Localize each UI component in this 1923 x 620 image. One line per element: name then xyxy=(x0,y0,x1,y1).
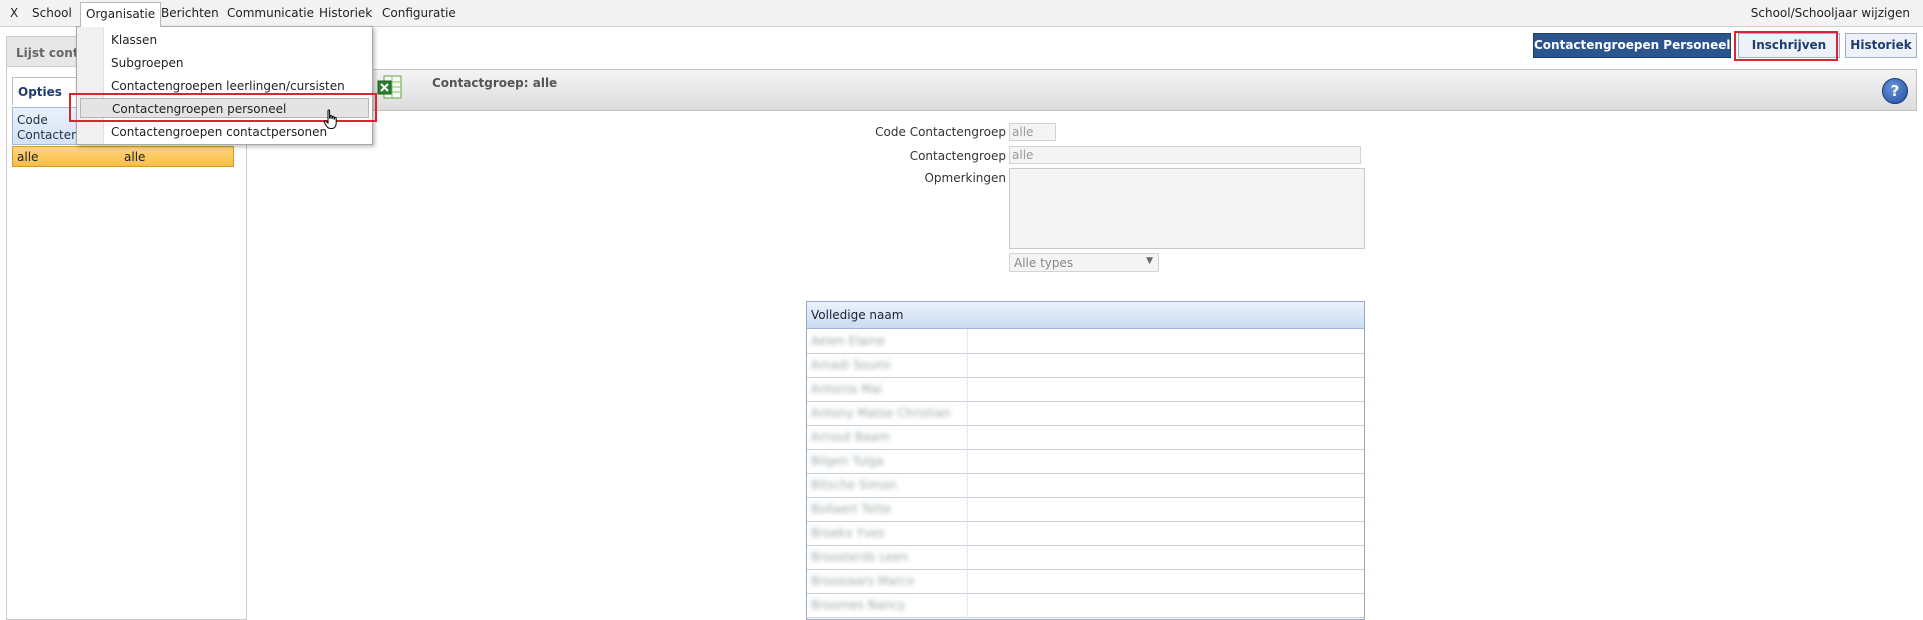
table-row[interactable]: Antony Matse Christian xyxy=(807,401,1364,426)
menu-berichten[interactable]: Berichten xyxy=(161,6,219,20)
list-item-name: alle xyxy=(124,150,146,164)
menu-organisatie[interactable]: Organisatie xyxy=(80,2,162,27)
excel-export-icon[interactable] xyxy=(377,74,403,100)
code-contactengroep-label: Code Contactengroep xyxy=(875,125,1006,139)
dropdown-item-klassen[interactable]: Klassen xyxy=(111,33,157,47)
members-table: Volledige naam Aelen Elaine Amadi Soumi … xyxy=(806,301,1365,620)
menu-school[interactable]: School xyxy=(32,6,72,20)
member-name: Amadi Soumi xyxy=(811,358,891,372)
member-name: Broekx Yves xyxy=(811,526,885,540)
member-name: Bitsche Simon xyxy=(811,478,897,492)
menu-historiek[interactable]: Historiek xyxy=(319,6,372,20)
table-row[interactable]: Antonia Mai xyxy=(807,377,1364,402)
member-name: Bilgen Tulga xyxy=(811,454,884,468)
contact-group-title: Contactgroep: alle xyxy=(432,76,558,90)
dropdown-item-contactengroepen-contactpersonen[interactable]: Contactengroepen contactpersonen xyxy=(111,125,327,139)
contactengroep-label: Contactengroep xyxy=(909,149,1006,163)
menu-communicatie[interactable]: Communicatie xyxy=(227,6,314,20)
member-name: Broosiaars Marco xyxy=(811,574,915,588)
table-row[interactable]: Broosiaars Marco xyxy=(807,569,1364,594)
dropdown-item-contactengroepen-leerlingen[interactable]: Contactengroepen leerlingen/cursisten xyxy=(111,79,345,93)
menu-close[interactable]: X xyxy=(10,6,18,20)
hand-cursor-icon xyxy=(323,109,337,129)
change-school-year-link[interactable]: School/Schooljaar wijzigen xyxy=(1751,6,1910,20)
content-divider xyxy=(246,104,247,620)
table-row[interactable]: Broomes Nancy xyxy=(807,593,1364,618)
help-icon[interactable]: ? xyxy=(1882,78,1908,104)
code-contactengroep-field[interactable] xyxy=(1009,123,1056,141)
members-table-header[interactable]: Volledige naam xyxy=(807,302,1364,329)
highlight-annotation-inschrijven xyxy=(1734,31,1838,61)
table-row[interactable]: Bilgen Tulga xyxy=(807,449,1364,474)
opmerkingen-label: Opmerkingen xyxy=(924,171,1006,185)
table-row[interactable]: Aelen Elaine xyxy=(807,329,1364,354)
opmerkingen-field[interactable] xyxy=(1009,168,1365,249)
dropdown-gutter xyxy=(77,27,104,144)
menu-configuratie[interactable]: Configuratie xyxy=(382,6,456,20)
table-row[interactable]: Amadi Soumi xyxy=(807,353,1364,378)
menu-bar: X School Organisatie Berichten Communica… xyxy=(0,0,1923,27)
table-row[interactable]: Bollaert Totte xyxy=(807,497,1364,522)
chevron-down-icon: ▼ xyxy=(1146,256,1153,266)
member-name: Antony Matse Christian xyxy=(811,406,951,420)
historiek-button[interactable]: Historiek xyxy=(1845,33,1917,58)
column-volledige-naam: Volledige naam xyxy=(811,308,904,322)
member-name: Broosterds Leen xyxy=(811,550,909,564)
dropdown-item-subgroepen[interactable]: Subgroepen xyxy=(111,56,183,70)
table-row[interactable]: Broekx Yves xyxy=(807,521,1364,546)
list-item[interactable]: alle alle xyxy=(12,146,234,167)
list-item-code: alle xyxy=(17,150,39,164)
type-select[interactable]: Alle types ▼ xyxy=(1009,253,1159,272)
contactengroepen-personeel-button[interactable]: Contactengroepen Personeel xyxy=(1533,33,1731,58)
member-name: Broomes Nancy xyxy=(811,598,906,612)
tab-opties-label: Opties xyxy=(18,85,62,99)
member-name: Antonia Mai xyxy=(811,382,883,396)
member-name: Bollaert Totte xyxy=(811,502,891,516)
member-name: Arnout Baam xyxy=(811,430,890,444)
member-name: Aelen Elaine xyxy=(811,334,886,348)
table-row[interactable]: Arnout Baam xyxy=(807,425,1364,450)
table-row[interactable]: Bitsche Simon xyxy=(807,473,1364,498)
contactengroep-field[interactable] xyxy=(1009,146,1361,164)
table-row[interactable]: Broosterds Leen xyxy=(807,545,1364,570)
type-select-value: Alle types xyxy=(1014,256,1074,270)
